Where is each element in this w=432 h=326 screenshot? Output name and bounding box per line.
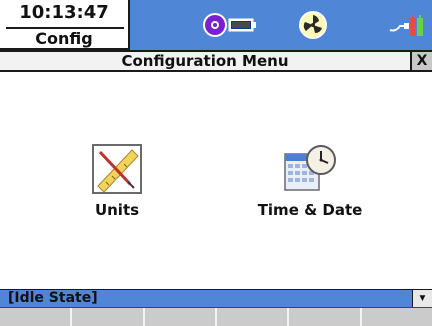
battery-icon — [228, 18, 256, 32]
softkey-4[interactable] — [216, 308, 290, 326]
top-status-bar: 10:13:47 Config — [0, 0, 432, 50]
power-supply-icon — [389, 15, 423, 36]
menu-title-bar: Configuration Menu X — [0, 50, 432, 72]
time-date-menu-item[interactable]: Time & Date — [240, 144, 380, 234]
cooling-fan-icon — [299, 11, 327, 39]
clock-calendar-icon — [284, 145, 336, 191]
clock-panel: 10:13:47 Config — [0, 0, 130, 50]
softkey-1[interactable] — [0, 308, 73, 326]
ruler-pencil-icon — [92, 144, 142, 194]
scroll-down-button[interactable]: ▼ — [412, 290, 432, 307]
clock-time: 10:13:47 — [19, 2, 109, 23]
softkey-bar — [0, 307, 432, 326]
state-text: [Idle State] — [8, 290, 98, 306]
softkey-3[interactable] — [144, 308, 217, 326]
status-row: [Idle State] ▼ — [0, 289, 432, 307]
softkey-2[interactable] — [72, 308, 145, 326]
units-menu-item[interactable]: Units — [47, 144, 187, 234]
time-date-label: Time & Date — [257, 201, 363, 219]
mode-label: Config — [35, 29, 93, 48]
page-title: Configuration Menu — [121, 52, 289, 70]
disc-icon — [203, 13, 227, 37]
units-label: Units — [94, 201, 140, 219]
softkey-6[interactable] — [361, 308, 432, 326]
softkey-5[interactable] — [289, 308, 362, 326]
close-button[interactable]: X — [410, 52, 432, 70]
